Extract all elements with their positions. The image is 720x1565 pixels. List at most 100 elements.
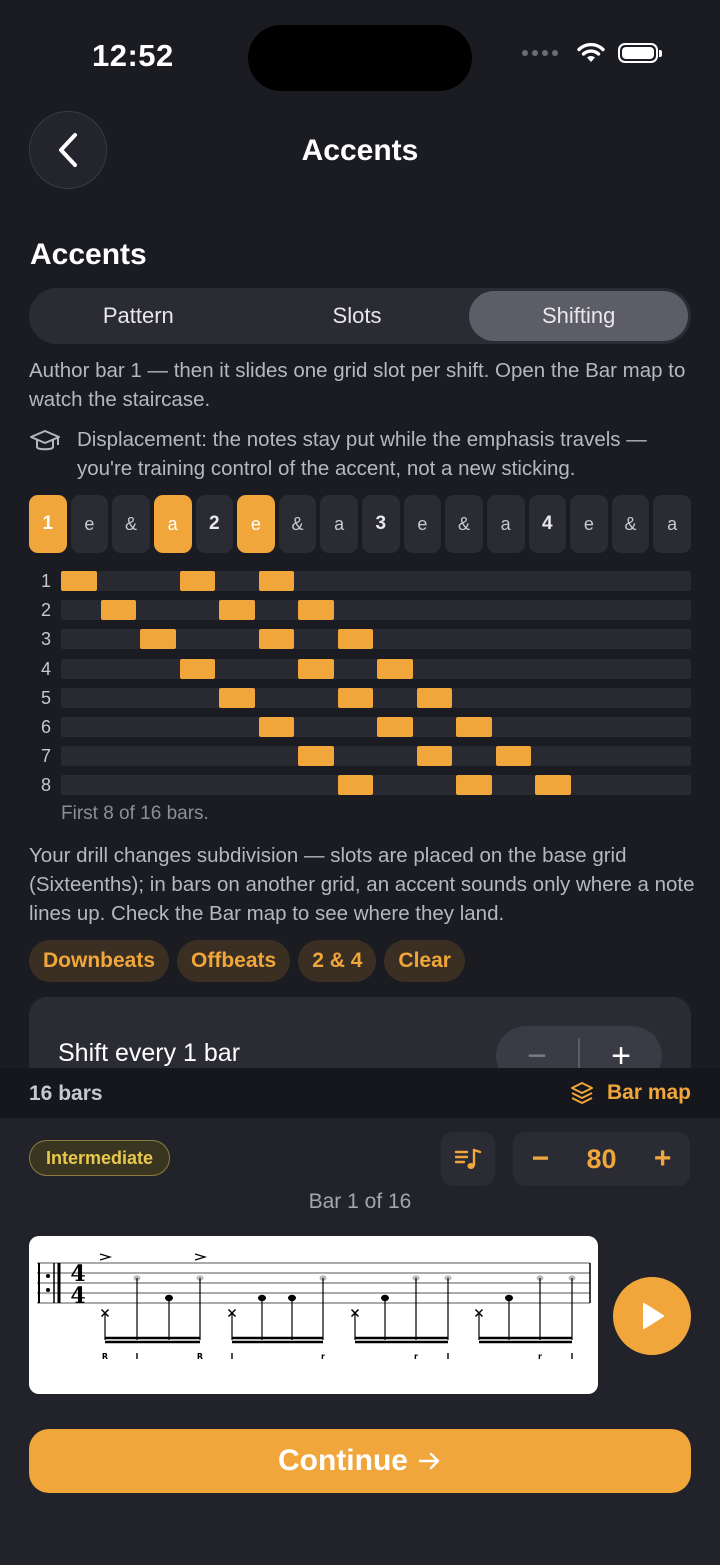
bar-track	[61, 600, 691, 621]
page-title: Accents	[301, 134, 419, 167]
accent-cell	[298, 600, 334, 621]
preset-offbeats-button[interactable]: Offbeats	[177, 940, 291, 982]
accent-cell	[140, 629, 176, 650]
tab-pattern[interactable]: Pattern	[29, 288, 248, 344]
accent-cell	[258, 629, 294, 650]
bar-row: 8	[37, 772, 691, 801]
sticking-labels: R l R l r r l r l	[102, 1352, 574, 1361]
tempo-control: − 80 +	[513, 1132, 690, 1186]
dynamic-island	[248, 25, 472, 91]
slot-cell[interactable]: e	[70, 495, 109, 553]
graduation-cap-icon	[30, 430, 60, 451]
accent-cell	[377, 716, 413, 737]
bar-row: 6	[37, 714, 691, 743]
slot-cell[interactable]: e	[570, 495, 608, 553]
bar-number: 8	[40, 775, 51, 796]
slot-cell[interactable]: a	[486, 495, 525, 553]
accent-cell	[219, 687, 255, 708]
bars-count: 16 bars	[29, 1082, 103, 1105]
play-button[interactable]	[613, 1277, 691, 1355]
slot-cell[interactable]: &	[112, 495, 150, 553]
slot-cell[interactable]: &	[278, 495, 317, 553]
sticking-label: R	[102, 1352, 108, 1361]
accent-cell	[337, 629, 373, 650]
accent-cell	[100, 600, 136, 621]
sticking-label: r	[538, 1352, 542, 1361]
bar-track	[61, 658, 691, 679]
accent-cell	[377, 658, 413, 679]
slot-selector: 1 e & a 2 e & a 3 e & a 4 e & a	[29, 495, 691, 553]
continue-label: Continue	[278, 1444, 408, 1477]
wifi-icon	[577, 42, 605, 62]
bar-row: 3	[37, 626, 691, 655]
status-icons	[522, 42, 662, 64]
slot-cell[interactable]: e	[237, 495, 275, 553]
bar-number: 2	[40, 600, 51, 621]
accent-cell	[416, 687, 452, 708]
bar-track	[61, 775, 691, 796]
accent-cell	[535, 775, 571, 796]
tempo-increment-button[interactable]: +	[654, 1142, 672, 1176]
tip-text: Displacement: the notes stay put while t…	[77, 428, 647, 480]
accent-cell	[337, 687, 373, 708]
bars-info-strip: 16 bars Bar map	[0, 1068, 720, 1118]
slot-cell[interactable]: a	[320, 495, 358, 553]
sticking-label: r	[321, 1352, 325, 1361]
slot-cell[interactable]: a	[653, 495, 691, 553]
slot-cell[interactable]: &	[611, 495, 650, 553]
bars-shown-note: First 8 of 16 bars.	[61, 803, 209, 824]
accent-mark	[194, 1253, 208, 1261]
bar-map-label: Bar map	[606, 1081, 691, 1104]
arrow-right-icon	[418, 1452, 440, 1470]
tempo-decrement-button[interactable]: −	[532, 1142, 550, 1176]
slot-cell[interactable]: e	[403, 495, 442, 553]
staircase-grid: 1 2 3 4 5 6 7 8	[37, 568, 691, 802]
score-notes	[99, 1253, 576, 1344]
accent-cell	[298, 658, 334, 679]
bar-row: 7	[37, 743, 691, 772]
accent-cell	[337, 775, 373, 796]
accent-cell	[258, 571, 294, 591]
preset-2-and-4-button[interactable]: 2 & 4	[298, 940, 377, 982]
sticking-label: r	[414, 1352, 418, 1361]
bar-row: 4	[37, 656, 691, 685]
slot-cell[interactable]: 4	[528, 495, 567, 553]
accent-mode-tabs: Pattern Slots Shifting	[29, 288, 691, 344]
accent-cell	[179, 571, 215, 591]
bar-number: 4	[40, 658, 51, 679]
clear-button[interactable]: Clear	[384, 940, 465, 982]
player-panel: Intermediate − 80 + Bar 1 of 16 4 4 R l …	[0, 1118, 720, 1565]
accent-cell	[219, 600, 255, 621]
preset-chips: Downbeats Offbeats 2 & 4 Clear	[29, 940, 465, 982]
tempo-value: 80	[586, 1143, 617, 1174]
accent-cell	[456, 775, 492, 796]
accent-cell	[298, 746, 334, 767]
accent-mark	[99, 1253, 113, 1261]
section-title: Accents	[30, 238, 147, 271]
shifting-description: Author bar 1 — then it slides one grid s…	[29, 359, 686, 411]
accent-cell	[258, 716, 294, 737]
slot-cell[interactable]: 2	[195, 495, 234, 553]
slot-cell[interactable]: 1	[29, 495, 67, 553]
sticking-label: l	[136, 1352, 139, 1361]
slot-cell[interactable]: &	[445, 495, 483, 553]
bar-number: 6	[40, 716, 51, 737]
layers-icon	[570, 1082, 593, 1104]
notation-staff: 4 4 R l R l r r l r l	[37, 1253, 591, 1361]
bar-map-button[interactable]: Bar map	[569, 1080, 691, 1106]
subdivision-warning: Your drill changes subdivision — slots a…	[29, 844, 695, 925]
accent-cell	[495, 746, 531, 767]
sticking-label: l	[571, 1352, 574, 1361]
tab-shifting[interactable]: Shifting	[469, 291, 689, 341]
cellular-signal-icon	[522, 50, 558, 56]
bar-position: Bar 1 of 16	[308, 1190, 412, 1213]
continue-button[interactable]: Continue	[29, 1429, 691, 1493]
slot-cell[interactable]: a	[153, 495, 192, 553]
tab-slots[interactable]: Slots	[248, 288, 467, 344]
slot-cell[interactable]: 3	[362, 495, 400, 553]
status-time: 12:52	[92, 38, 174, 73]
playlist-button[interactable]	[441, 1132, 495, 1186]
bar-track	[61, 746, 691, 767]
preset-downbeats-button[interactable]: Downbeats	[29, 940, 170, 982]
sticking-label: l	[447, 1352, 450, 1361]
